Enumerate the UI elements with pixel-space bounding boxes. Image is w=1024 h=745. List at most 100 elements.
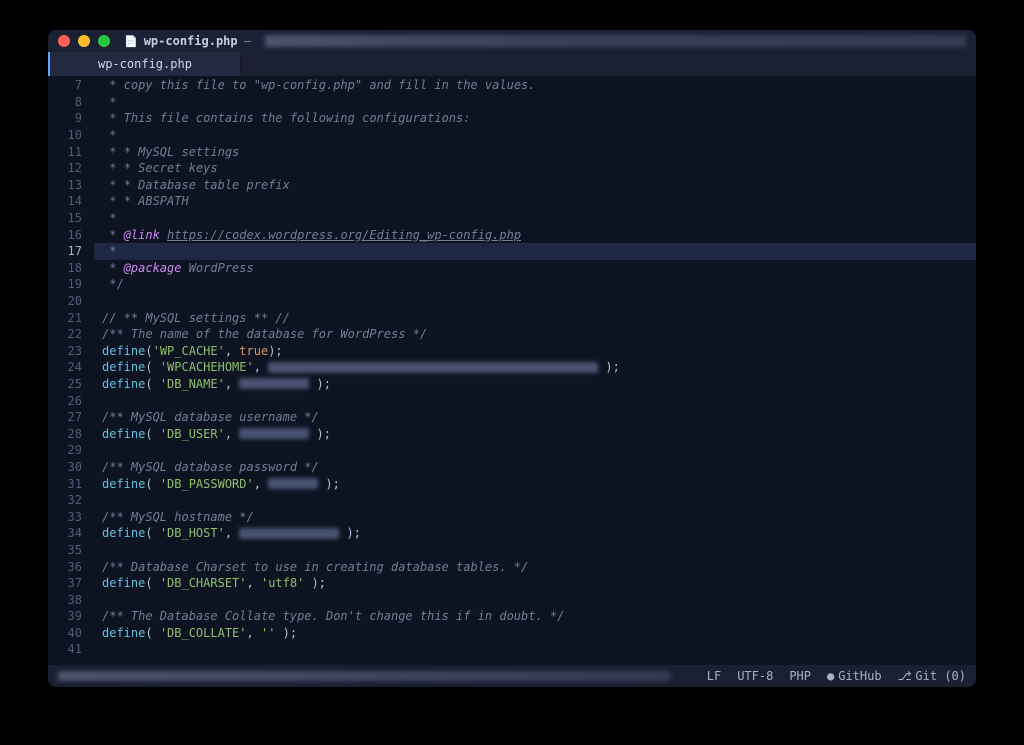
code-token: define <box>102 477 145 491</box>
line-number: 24 <box>48 359 94 376</box>
code-token: /** MySQL database username */ <box>102 410 319 424</box>
code-line[interactable]: * @package WordPress <box>94 260 976 277</box>
code-token: // ** MySQL settings ** // <box>102 311 290 325</box>
code-token: ( <box>145 626 159 640</box>
line-number: 9 <box>48 110 94 127</box>
code-token: * MySQL settings <box>124 145 240 159</box>
code-token: * <box>102 128 116 142</box>
code-line[interactable]: /** Database Charset to use in creating … <box>94 558 976 575</box>
code-content[interactable]: * copy this file to "wp-config.php" and … <box>94 76 976 665</box>
status-encoding[interactable]: UTF-8 <box>737 669 773 683</box>
file-icon <box>124 34 138 48</box>
code-line[interactable]: define( 'DB_COLLATE', '' ); <box>94 625 976 642</box>
code-line[interactable]: /** MySQL hostname */ <box>94 508 976 525</box>
title-filename: wp-config.php <box>144 34 238 48</box>
code-line[interactable]: * <box>94 210 976 227</box>
code-line[interactable]: * * MySQL settings <box>94 143 976 160</box>
close-button[interactable] <box>58 35 70 47</box>
code-line[interactable] <box>94 293 976 310</box>
code-line[interactable]: * @link https://codex.wordpress.org/Edit… <box>94 226 976 243</box>
status-left-redacted <box>58 671 671 681</box>
code-line[interactable]: define( 'DB_NAME', ); <box>94 376 976 393</box>
code-token: This file contains the following configu… <box>124 111 471 125</box>
status-language[interactable]: PHP <box>789 669 811 683</box>
code-token: ( <box>145 427 159 441</box>
code-token: ); <box>275 626 297 640</box>
line-number: 16 <box>48 226 94 243</box>
code-token: ( <box>145 576 159 590</box>
code-token: ); <box>318 477 340 491</box>
line-number: 13 <box>48 177 94 194</box>
code-token: , <box>247 626 261 640</box>
line-number: 30 <box>48 459 94 476</box>
code-line[interactable]: define( 'DB_USER', ); <box>94 425 976 442</box>
code-token: ); <box>339 526 361 540</box>
code-token: , <box>225 344 239 358</box>
status-git[interactable]: Git (0) <box>898 669 966 683</box>
code-line[interactable]: * * ABSPATH <box>94 193 976 210</box>
code-line[interactable]: // ** MySQL settings ** // <box>94 309 976 326</box>
code-token: true <box>239 344 268 358</box>
code-line[interactable]: * * Secret keys <box>94 160 976 177</box>
title-bar: wp-config.php — <box>48 30 976 52</box>
line-number: 23 <box>48 343 94 360</box>
code-token: 'DB_HOST' <box>160 526 225 540</box>
status-github-label: GitHub <box>838 669 881 683</box>
code-line[interactable] <box>94 442 976 459</box>
code-token: ); <box>304 576 326 590</box>
code-line[interactable] <box>94 492 976 509</box>
code-line[interactable]: /** MySQL database password */ <box>94 459 976 476</box>
code-token: , <box>225 377 239 391</box>
title-path-redacted <box>265 35 966 47</box>
line-number: 14 <box>48 193 94 210</box>
code-line[interactable]: * This file contains the following confi… <box>94 110 976 127</box>
code-token: , <box>247 576 261 590</box>
code-line[interactable]: /** The Database Collate type. Don't cha… <box>94 608 976 625</box>
status-line-ending[interactable]: LF <box>707 669 721 683</box>
code-line[interactable]: define( 'DB_HOST', ); <box>94 525 976 542</box>
code-line[interactable] <box>94 392 976 409</box>
code-line[interactable]: * <box>94 243 976 260</box>
code-line[interactable]: */ <box>94 276 976 293</box>
code-token: 'DB_PASSWORD' <box>160 477 254 491</box>
line-number: 20 <box>48 293 94 310</box>
line-number: 12 <box>48 160 94 177</box>
code-token: /** MySQL hostname */ <box>102 510 254 524</box>
code-token: define <box>102 576 145 590</box>
tab-wp-config[interactable]: wp-config.php <box>50 52 241 76</box>
status-github[interactable]: GitHub <box>827 669 882 683</box>
code-token: , <box>225 427 239 441</box>
code-token: * <box>102 145 124 159</box>
code-line[interactable] <box>94 641 976 658</box>
code-line[interactable]: define( 'DB_CHARSET', 'utf8' ); <box>94 575 976 592</box>
code-line[interactable]: define('WP_CACHE', true); <box>94 343 976 360</box>
code-token: , <box>225 526 239 540</box>
code-line[interactable] <box>94 542 976 559</box>
code-line[interactable]: * copy this file to "wp-config.php" and … <box>94 77 976 94</box>
code-token: define <box>102 526 145 540</box>
redacted-value <box>268 478 318 489</box>
code-token: 'utf8' <box>261 576 304 590</box>
code-token: ); <box>598 360 620 374</box>
line-number: 26 <box>48 392 94 409</box>
code-token: * Secret keys <box>124 161 218 175</box>
code-line[interactable]: * * Database table prefix <box>94 177 976 194</box>
code-line[interactable]: * <box>94 127 976 144</box>
code-line[interactable]: define( 'DB_PASSWORD', ); <box>94 475 976 492</box>
editor-area[interactable]: 7891011121314151617181920212223242526272… <box>48 76 976 665</box>
code-token: '' <box>261 626 275 640</box>
code-token: * ABSPATH <box>124 194 189 208</box>
code-token: * <box>102 194 124 208</box>
code-token: https://codex.wordpress.org/Editing_wp-c… <box>167 228 521 242</box>
code-line[interactable]: /** The name of the database for WordPre… <box>94 326 976 343</box>
line-number: 32 <box>48 492 94 509</box>
minimize-button[interactable] <box>78 35 90 47</box>
code-token: define <box>102 427 145 441</box>
zoom-button[interactable] <box>98 35 110 47</box>
code-token: /** The Database Collate type. Don't cha… <box>102 609 564 623</box>
code-line[interactable]: /** MySQL database username */ <box>94 409 976 426</box>
code-line[interactable]: * <box>94 94 976 111</box>
code-line[interactable] <box>94 591 976 608</box>
line-number: 18 <box>48 260 94 277</box>
code-line[interactable]: define( 'WPCACHEHOME', ); <box>94 359 976 376</box>
